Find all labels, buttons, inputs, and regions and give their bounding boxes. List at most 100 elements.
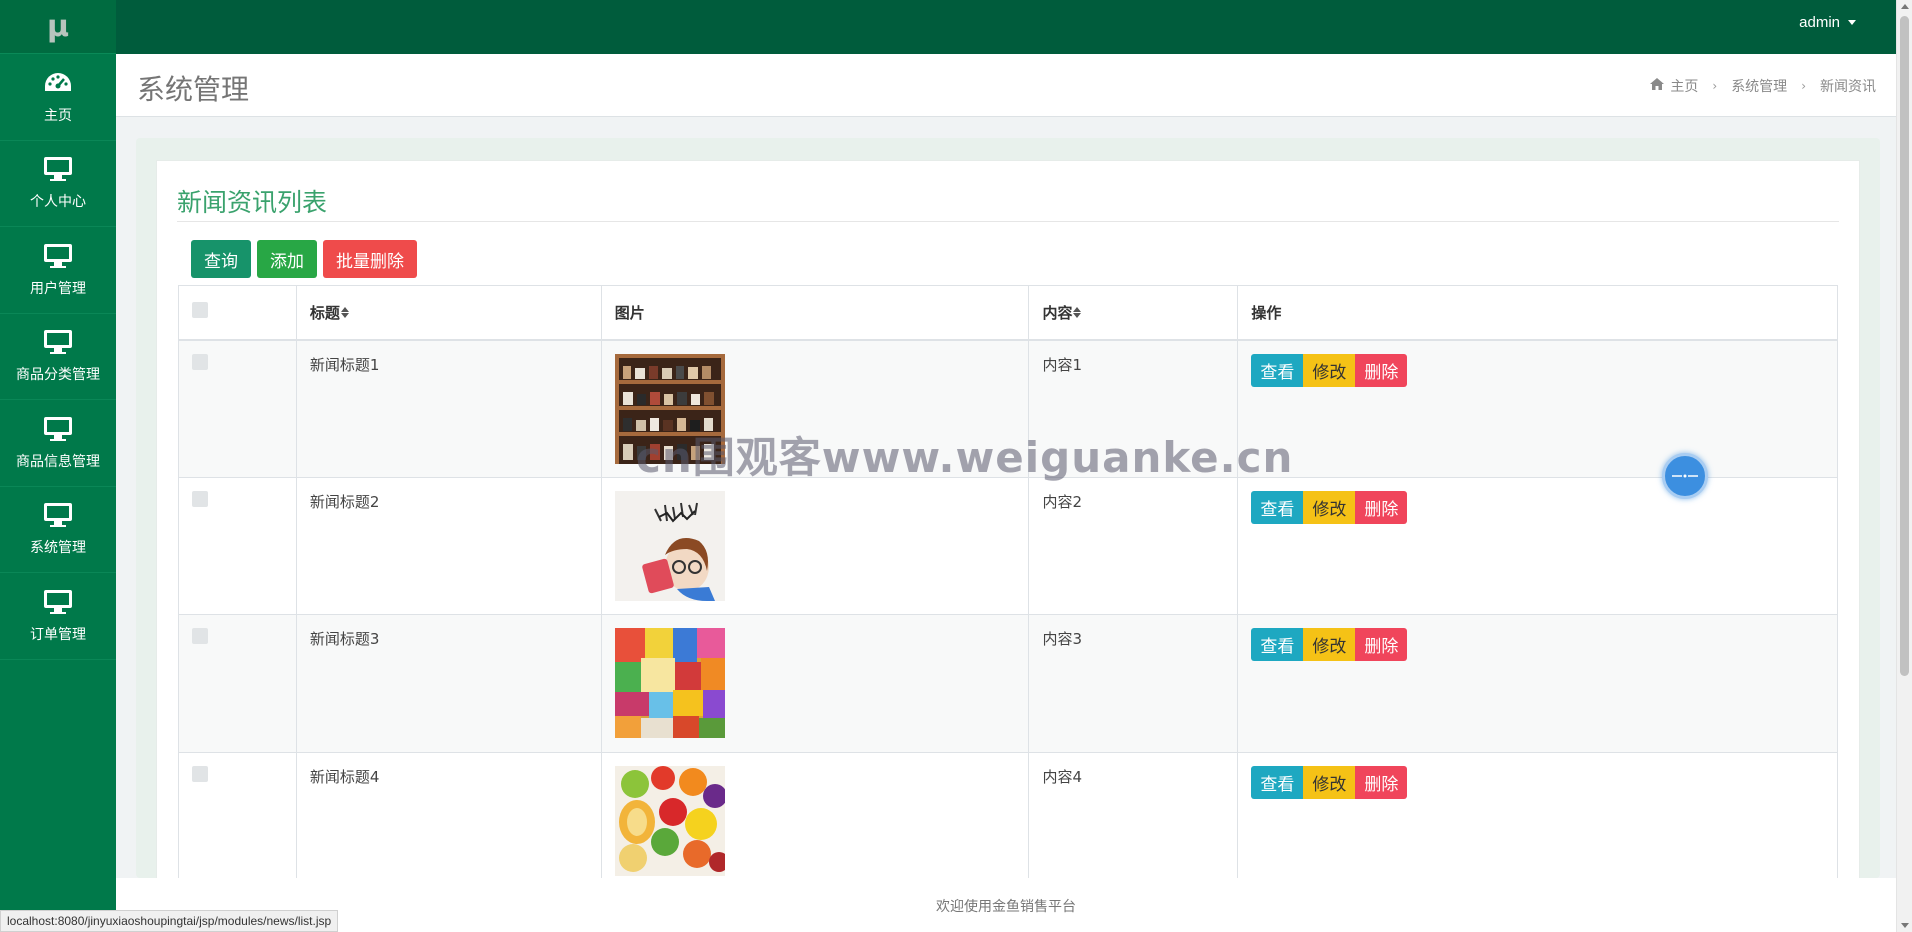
header-content[interactable]: 内容 (1028, 285, 1239, 341)
batch-delete-button[interactable]: 批量删除 (323, 240, 417, 278)
breadcrumb-home[interactable]: 主页 (1670, 76, 1698, 96)
edit-button[interactable]: 修改 (1303, 490, 1356, 524)
table-row: 新闻标题4 内容4 查看 修改 删除 (178, 751, 1838, 890)
header-image: 图片 (600, 285, 1030, 341)
sort-icon[interactable] (1073, 307, 1082, 319)
view-button[interactable]: 查看 (1251, 628, 1304, 661)
cell-content: 内容4 (1028, 751, 1239, 890)
sidebar-item-home[interactable]: 主页 (0, 54, 116, 141)
table-row: 新闻标题1 内容1 查看 修改 删除 (178, 339, 1838, 478)
select-all-checkbox[interactable] (192, 302, 208, 319)
app-logo[interactable]: μ (0, 0, 116, 54)
cell-image (600, 339, 1030, 478)
chevron-down-icon (1848, 20, 1856, 25)
header-actions: 操作 (1237, 285, 1838, 341)
divider (177, 221, 1839, 222)
chevron-right-icon: › (1801, 79, 1806, 93)
vertical-scrollbar[interactable] (1896, 0, 1912, 932)
table-row: 新闻标题3 内容3 查看 修改 删除 (178, 614, 1838, 753)
row-actions: 查看 修改 删除 (1251, 765, 1837, 799)
shoe-rack-photo (614, 353, 725, 464)
snacks-photo (614, 628, 725, 738)
view-button[interactable]: 查看 (1251, 765, 1304, 799)
cartoon-girl-photo (614, 490, 725, 601)
cell-content: 内容1 (1028, 339, 1239, 478)
news-table: 标题 图片 内容 操作 新闻标题1 内容1 查看 修改 删除 新闻标题2 内容2… (178, 285, 1838, 890)
sidebar-item-system[interactable]: 系统管理 (0, 487, 116, 573)
cell-title: 新闻标题2 (295, 476, 602, 615)
news-list-card: 新闻资讯列表 查询 添加 批量删除 标题 图片 内容 操作 新闻标题1 内容1 … (156, 160, 1860, 890)
sidebar-item-label: 商品信息管理 (16, 453, 100, 470)
header-title[interactable]: 标题 (295, 285, 602, 341)
breadcrumb: 主页 › 系统管理 › 新闻资讯 (1650, 76, 1876, 96)
row-checkbox[interactable] (192, 353, 208, 370)
add-button[interactable]: 添加 (257, 240, 317, 278)
delete-button[interactable]: 删除 (1355, 490, 1408, 524)
sidebar-item-label: 订单管理 (30, 626, 86, 643)
top-navbar: admin (116, 0, 1896, 54)
cell-select (178, 476, 297, 615)
column-header-label: 内容 (1042, 303, 1073, 322)
table-row: 新闻标题2 内容2 查看 修改 删除 (178, 476, 1838, 615)
cell-actions: 查看 修改 删除 (1237, 751, 1838, 890)
edit-button[interactable]: 修改 (1303, 353, 1356, 387)
card-title: 新闻资讯列表 (177, 188, 328, 217)
sidebar-item-products[interactable]: 商品信息管理 (0, 400, 116, 487)
content-area: 新闻资讯列表 查询 添加 批量删除 标题 图片 内容 操作 新闻标题1 内容1 … (136, 138, 1880, 890)
delete-button[interactable]: 删除 (1355, 765, 1408, 799)
cell-actions: 查看 修改 删除 (1237, 614, 1838, 753)
row-actions: 查看 修改 删除 (1251, 628, 1837, 661)
sidebar-item-orders[interactable]: 订单管理 (0, 573, 116, 660)
view-button[interactable]: 查看 (1251, 490, 1304, 524)
row-checkbox[interactable] (192, 628, 208, 644)
view-button[interactable]: 查看 (1251, 353, 1304, 387)
column-header-label: 操作 (1251, 303, 1282, 322)
sidebar-item-label: 个人中心 (30, 194, 86, 211)
sidebar-item-label: 用户管理 (30, 280, 86, 297)
home-icon (1650, 78, 1665, 94)
edit-button[interactable]: 修改 (1303, 628, 1356, 661)
floating-assist-button[interactable] (1662, 453, 1708, 499)
edit-button[interactable]: 修改 (1303, 765, 1356, 799)
cell-select (178, 614, 297, 753)
monitor-icon (43, 242, 73, 270)
cell-actions: 查看 修改 删除 (1237, 339, 1838, 478)
sidebar-item-label: 主页 (44, 107, 72, 124)
footer-text: 欢迎使用金鱼销售平台 (936, 899, 1076, 915)
fruit-photo (614, 765, 725, 876)
scroll-down-icon[interactable] (1901, 923, 1909, 928)
username: admin (1799, 14, 1840, 31)
table-header-row: 标题 图片 内容 操作 (178, 285, 1838, 341)
toolbar: 查询 添加 批量删除 (191, 240, 423, 278)
cell-title: 新闻标题4 (295, 751, 602, 890)
cell-title: 新闻标题1 (295, 339, 602, 478)
monitor-icon (43, 501, 73, 529)
cell-image (600, 751, 1030, 890)
sort-icon[interactable] (340, 307, 349, 319)
cell-image (600, 614, 1030, 753)
scroll-up-icon[interactable] (1901, 4, 1909, 9)
user-menu-dropdown[interactable]: admin (1799, 14, 1856, 31)
sidebar-item-profile[interactable]: 个人中心 (0, 141, 116, 227)
row-checkbox[interactable] (192, 765, 208, 782)
dashboard-icon (43, 69, 73, 97)
footer: 欢迎使用金鱼销售平台 (116, 878, 1896, 932)
dots-icon (1672, 474, 1698, 478)
column-header-label: 标题 (309, 303, 340, 322)
delete-button[interactable]: 删除 (1355, 353, 1408, 387)
sidebar-item-label: 商品分类管理 (16, 367, 100, 384)
delete-button[interactable]: 删除 (1355, 628, 1408, 661)
breadcrumb-system[interactable]: 系统管理 (1731, 76, 1787, 96)
cell-select (178, 339, 297, 478)
monitor-icon (43, 155, 73, 183)
sidebar-item-users[interactable]: 用户管理 (0, 227, 116, 314)
row-checkbox[interactable] (192, 490, 208, 507)
scrollbar-thumb[interactable] (1900, 16, 1909, 676)
column-header-label: 图片 (614, 303, 645, 322)
cell-content: 内容2 (1028, 476, 1239, 615)
sidebar-item-categories[interactable]: 商品分类管理 (0, 314, 116, 400)
monitor-icon (43, 328, 73, 356)
browser-status-url: localhost:8080/jinyuxiaoshoupingtai/jsp/… (0, 910, 339, 932)
header-select-all (178, 285, 297, 341)
query-button[interactable]: 查询 (191, 240, 251, 278)
